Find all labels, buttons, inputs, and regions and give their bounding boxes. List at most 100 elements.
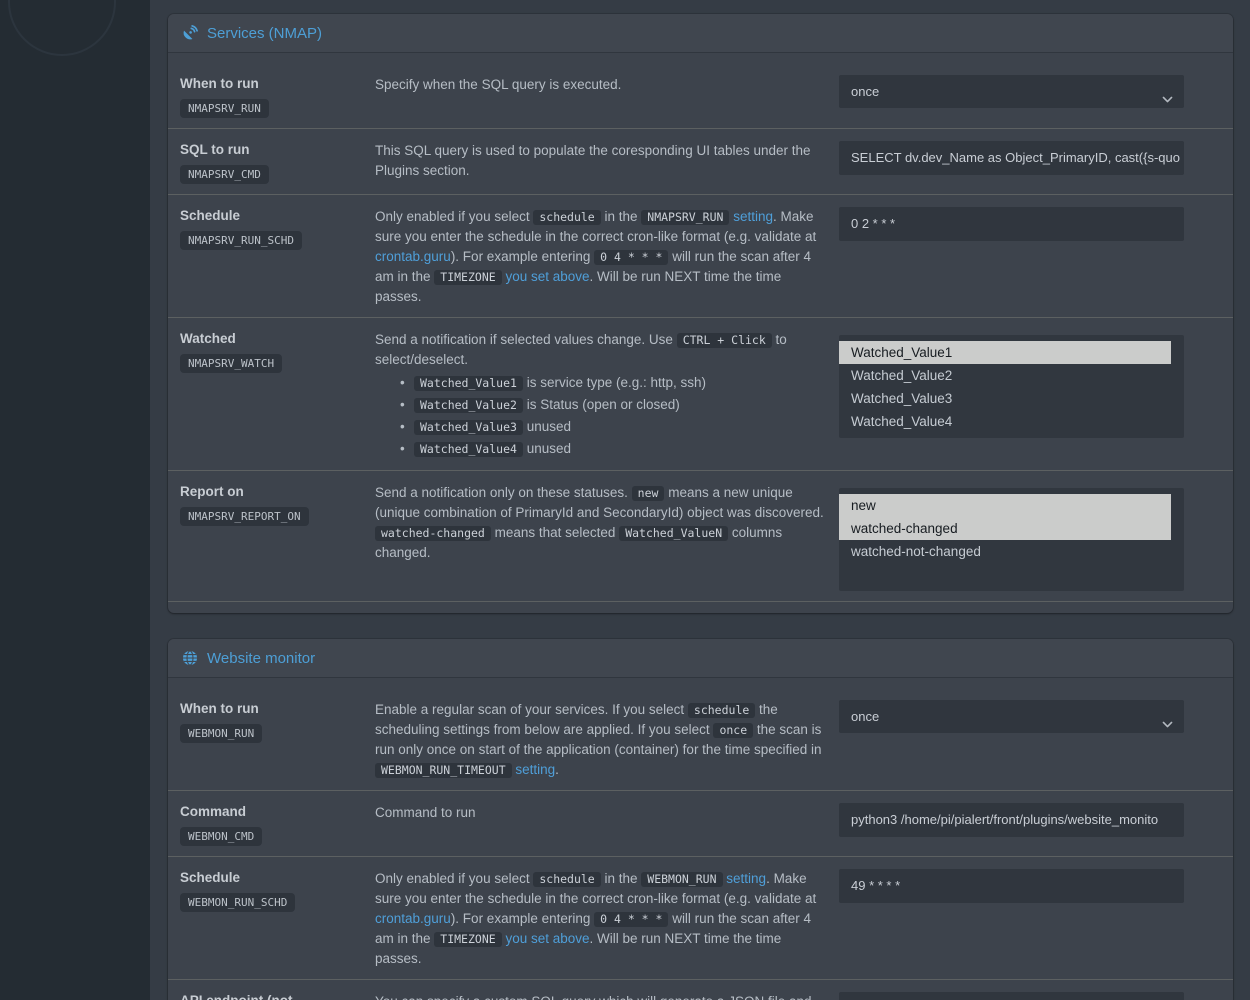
bullet-item: •Watched_Value2 is Status (open or close… bbox=[400, 394, 827, 416]
multiselect-option[interactable]: Watched_Value2 bbox=[839, 364, 1184, 387]
setting-label: When to run bbox=[180, 75, 375, 92]
bullet-item: •Watched_Value3 unused bbox=[400, 416, 827, 438]
inline-code-chip: TIMEZONE bbox=[434, 932, 501, 947]
inline-code-chip: schedule bbox=[533, 210, 600, 225]
settings-main-area: Services (NMAP)When to runNMAPSRV_RUNSpe… bbox=[150, 0, 1250, 1000]
sidebar-logo-swirl bbox=[8, 0, 116, 56]
setting-label-column: SQL to run NMAPSRV_CMD bbox=[180, 141, 375, 184]
setting-label-column: Report on NMAPSRV_REPORT_ON bbox=[180, 483, 375, 591]
setting-description: This SQL query is used to populate the c… bbox=[375, 141, 839, 184]
setting-row-WEBMON_RUN_SCHD: ScheduleWEBMON_RUN_SCHDOnly enabled if y… bbox=[168, 857, 1233, 980]
NMAPSRV_RUN-select[interactable]: once bbox=[839, 75, 1184, 108]
setting-row-WEBMON_RUN: When to run WEBMON_RUN Enable a regular sc… bbox=[168, 688, 1233, 791]
panel-header: Website monitor bbox=[168, 639, 1233, 678]
bullet-dot: • bbox=[400, 394, 414, 415]
description-link[interactable]: setting bbox=[515, 762, 555, 777]
panel-header: Services (NMAP) bbox=[168, 14, 1233, 53]
multiselect-option[interactable]: new bbox=[839, 494, 1171, 517]
multiselect-option[interactable]: Watched_Value1 bbox=[839, 341, 1171, 364]
setting-row-NMAPSRV_RUN_SCHD: ScheduleNMAPSRV_RUN_SCHDOnly enabled if … bbox=[168, 195, 1233, 318]
WEBMON_CMD-input[interactable]: python3 /home/pi/pialert/front/plugins/w… bbox=[839, 803, 1184, 837]
setting-label-column: Command WEBMON_CMD bbox=[180, 803, 375, 846]
setting-control: newwatched-changedwatched-not-changed bbox=[839, 483, 1184, 591]
setting-key-chip: WEBMON_CMD bbox=[180, 827, 262, 846]
inline-code-chip: Watched_Value4 bbox=[414, 442, 523, 457]
setting-row-NMAPSRV_WATCH: Watched NMAPSRV_WATCH Send a notification … bbox=[168, 318, 1233, 471]
inline-code-chip: TIMEZONE bbox=[434, 270, 501, 285]
settings-content: Services (NMAP)When to runNMAPSRV_RUNSpe… bbox=[150, 0, 1250, 1000]
NMAPSRV_REPORT_ON-multiselect[interactable]: newwatched-changedwatched-not-changed bbox=[839, 488, 1184, 591]
setting-key-chip: NMAPSRV_REPORT_ON bbox=[180, 507, 309, 526]
inline-code-chip: Watched_ValueN bbox=[619, 526, 728, 541]
setting-key-chip: WEBMON_RUN bbox=[180, 724, 262, 743]
setting-row-NMAPSRV_CMD: SQL to run NMAPSRV_CMD This SQL query is u… bbox=[168, 129, 1233, 195]
setting-key-chip: NMAPSRV_RUN bbox=[180, 99, 269, 118]
setting-description: Send a notification if selected values c… bbox=[375, 330, 839, 460]
setting-description: You can specify a custom SQL query which… bbox=[375, 992, 839, 1000]
setting-label-column: When to run WEBMON_RUN bbox=[180, 700, 375, 780]
setting-label: Schedule bbox=[180, 207, 375, 224]
inline-code-chip: WEBMON_RUN bbox=[641, 872, 722, 887]
setting-label-column: API endpoint (not implemented)WEBMON_API… bbox=[180, 992, 375, 1000]
description-link[interactable]: you set above bbox=[505, 931, 589, 946]
NMAPSRV_RUN_SCHD-input[interactable]: 0 2 * * * bbox=[839, 207, 1184, 241]
bullet-dot: • bbox=[400, 416, 414, 437]
inline-code-chip: NMAPSRV_RUN bbox=[641, 210, 729, 225]
setting-description: Only enabled if you select schedule in t… bbox=[375, 869, 839, 969]
inline-code-chip: Watched_Value1 bbox=[414, 376, 523, 391]
multiselect-option[interactable]: Watched_Value3 bbox=[839, 387, 1184, 410]
WEBMON_RUN_SCHD-input[interactable]: 49 * * * * bbox=[839, 869, 1184, 903]
bullet-dot: • bbox=[400, 372, 414, 393]
app-sidebar bbox=[0, 0, 150, 1000]
multiselect-option[interactable]: watched-changed bbox=[839, 517, 1171, 540]
panel-body: When to runNMAPSRV_RUNSpecify when the S… bbox=[168, 53, 1233, 613]
setting-label: Watched bbox=[180, 330, 375, 347]
setting-label: API endpoint (not implemented) bbox=[180, 992, 375, 1000]
setting-label: When to run bbox=[180, 700, 375, 717]
bullet-item: •Watched_Value1 is service type (e.g.: h… bbox=[400, 372, 827, 394]
setting-label-column: ScheduleWEBMON_RUN_SCHD bbox=[180, 869, 375, 969]
multiselect-option[interactable]: Watched_Value4 bbox=[839, 410, 1184, 433]
setting-control: SELECT * FROM plugin_website_monitor bbox=[839, 992, 1184, 1000]
setting-row-NMAPSRV_RUN: When to runNMAPSRV_RUNSpecify when the S… bbox=[168, 63, 1233, 129]
setting-key-chip: NMAPSRV_CMD bbox=[180, 165, 269, 184]
description-link[interactable]: setting bbox=[726, 871, 766, 886]
setting-control: once bbox=[839, 700, 1184, 780]
setting-row-NMAPSRV_REPORT_ON: Report on NMAPSRV_REPORT_ON Send a notific… bbox=[168, 471, 1233, 602]
satellite-dish-icon bbox=[182, 25, 198, 41]
setting-label: Report on bbox=[180, 483, 375, 500]
setting-description: Command to run bbox=[375, 803, 839, 846]
setting-control: SELECT dv.dev_Name as Object_PrimaryID, … bbox=[839, 141, 1184, 184]
inline-code-chip: WEBMON_RUN_TIMEOUT bbox=[375, 763, 512, 778]
setting-label-column: Watched NMAPSRV_WATCH bbox=[180, 330, 375, 460]
NMAPSRV_CMD-input[interactable]: SELECT dv.dev_Name as Object_PrimaryID, … bbox=[839, 141, 1184, 175]
WEBMON_RUN-select[interactable]: once bbox=[839, 700, 1184, 733]
inline-code-chip: schedule bbox=[533, 872, 600, 887]
setting-control: 49 * * * * bbox=[839, 869, 1184, 969]
inline-code-chip: watched-changed bbox=[375, 526, 491, 541]
description-link[interactable]: crontab.guru bbox=[375, 911, 451, 926]
setting-label-column: Schedule NMAPSRV_RUN_SCHD bbox=[180, 207, 375, 307]
setting-control: python3 /home/pi/pialert/front/plugins/w… bbox=[839, 803, 1184, 846]
setting-description: Send a notification only on these status… bbox=[375, 483, 839, 591]
setting-key-chip: NMAPSRV_RUN_SCHD bbox=[180, 231, 302, 250]
description-link[interactable]: setting bbox=[733, 209, 773, 224]
chevron-down-icon bbox=[1161, 710, 1174, 733]
description-link[interactable]: crontab.guru bbox=[375, 249, 451, 264]
description-link[interactable]: you set above bbox=[505, 269, 589, 284]
globe-icon bbox=[182, 650, 198, 666]
NMAPSRV_WATCH-multiselect[interactable]: Watched_Value1Watched_Value2Watched_Valu… bbox=[839, 335, 1184, 438]
setting-description: Enable a regular scan of your services. … bbox=[375, 700, 839, 780]
inline-code-chip: Watched_Value2 bbox=[414, 398, 523, 413]
multiselect-option[interactable]: watched-not-changed bbox=[839, 540, 1184, 563]
setting-label: Schedule bbox=[180, 869, 375, 886]
WEBMON_API_SQL-input[interactable]: SELECT * FROM plugin_website_monitor bbox=[839, 992, 1184, 1000]
panel-body: When to run WEBMON_RUN Enable a regular sc… bbox=[168, 678, 1233, 1000]
setting-label: Command bbox=[180, 803, 375, 820]
inline-code-chip: CTRL + Click bbox=[677, 333, 772, 348]
inline-code-chip: 0 4 * * * bbox=[594, 912, 668, 927]
panel-title: Website monitor bbox=[207, 650, 315, 667]
setting-key-chip: NMAPSRV_WATCH bbox=[180, 354, 282, 373]
setting-label: SQL to run bbox=[180, 141, 375, 158]
setting-row-WEBMON_API_SQL: API endpoint (not implemented)WEBMON_API… bbox=[168, 980, 1233, 1000]
